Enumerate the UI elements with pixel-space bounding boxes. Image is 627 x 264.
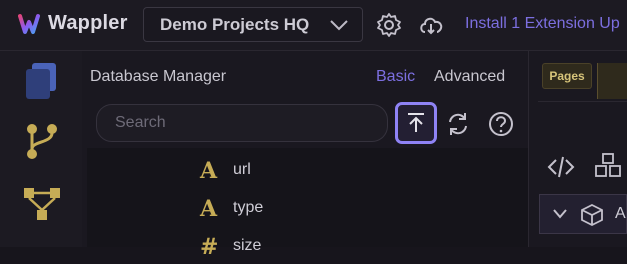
upload-button[interactable] <box>395 102 437 144</box>
workflow-icon[interactable] <box>22 184 62 224</box>
chevron-down-icon[interactable] <box>552 207 568 221</box>
tree-row-label: A <box>615 205 626 222</box>
text-type-icon: A <box>200 196 218 222</box>
cloud-download-icon[interactable] <box>418 12 444 38</box>
tree-row[interactable]: A <box>539 194 627 234</box>
refresh-icon[interactable] <box>444 110 472 138</box>
mode-advanced-tab[interactable]: Advanced <box>434 68 505 86</box>
mode-basic-tab[interactable]: Basic <box>376 68 415 86</box>
project-selector-label: Demo Projects HQ <box>160 14 310 34</box>
field-tree: A url A type # size <box>87 148 528 260</box>
database-manager-panel: Database Manager Basic Advanced A url A … <box>82 51 529 260</box>
list-item[interactable]: # size <box>87 228 528 264</box>
wappler-logo-icon <box>18 13 40 34</box>
help-icon[interactable] <box>487 110 515 138</box>
chevron-down-icon <box>330 20 348 31</box>
install-extension-link[interactable]: Install 1 Extension Up <box>465 15 620 33</box>
cube-icon <box>581 203 603 227</box>
tab-next[interactable] <box>597 63 627 99</box>
git-branch-icon[interactable] <box>22 121 62 161</box>
code-icon[interactable] <box>547 154 575 180</box>
field-name: size <box>233 237 262 254</box>
pages-icon[interactable] <box>22 61 62 101</box>
top-bar: Wappler Demo Projects HQ Install 1 Exten… <box>0 0 627 51</box>
search-input[interactable] <box>113 113 377 133</box>
upload-icon <box>408 113 424 132</box>
gear-icon[interactable] <box>376 12 402 38</box>
text-type-icon: A <box>200 158 218 184</box>
list-item[interactable]: A url <box>87 152 528 188</box>
panel-title: Database Manager <box>90 68 227 85</box>
divider <box>538 101 627 102</box>
list-item[interactable]: A type <box>87 190 528 226</box>
app-name: Wappler <box>48 12 128 34</box>
field-name: type <box>233 199 264 216</box>
number-type-icon: # <box>200 234 219 260</box>
left-rail <box>0 51 82 247</box>
boxes-icon[interactable] <box>593 152 623 180</box>
tab-pages[interactable]: Pages <box>542 63 592 89</box>
right-panel: Pages A <box>529 51 627 247</box>
project-selector[interactable]: Demo Projects HQ <box>143 7 363 42</box>
search-box <box>96 104 388 142</box>
app-logo: Wappler <box>18 12 128 35</box>
field-name: url <box>233 161 251 178</box>
